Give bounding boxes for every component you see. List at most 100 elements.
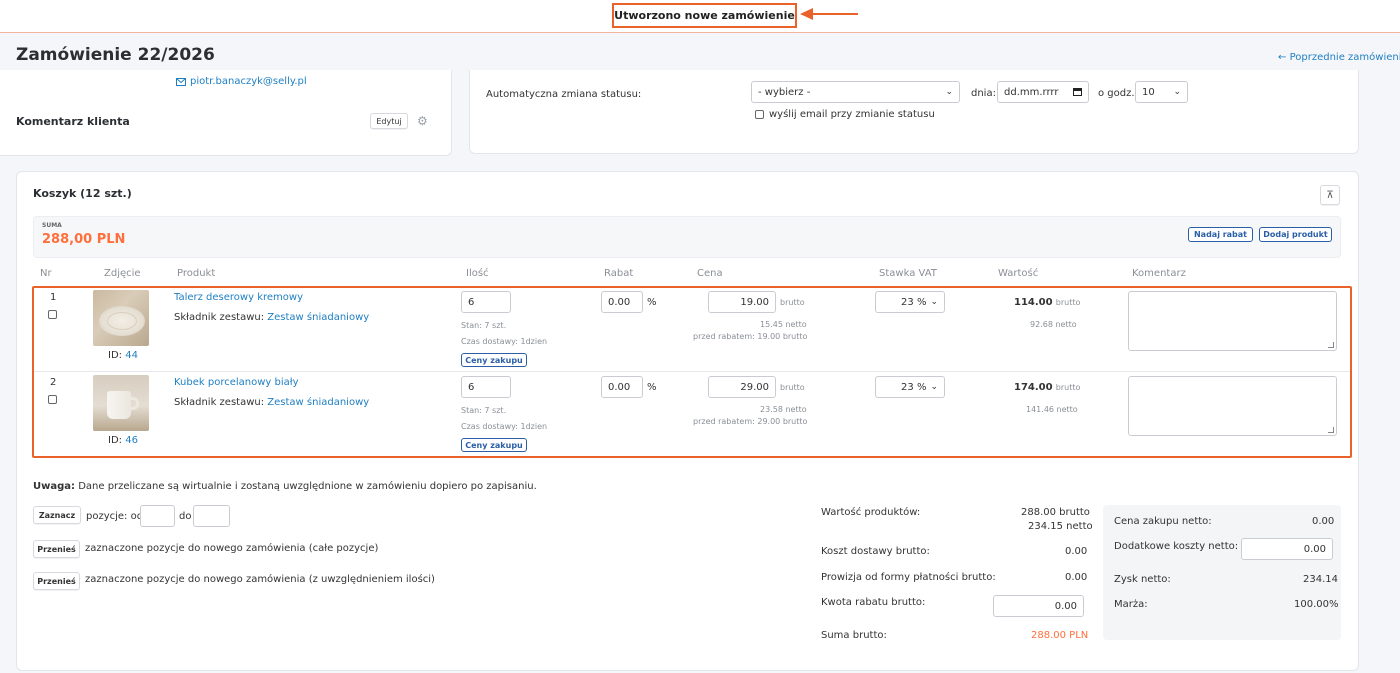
- add-product-button[interactable]: Dodaj produkt: [1259, 227, 1332, 242]
- discount-unit: %: [647, 382, 657, 393]
- prev-order-link[interactable]: ← Poprzednie zamówienie: [1278, 52, 1400, 63]
- profit-net-value: 234.14: [1303, 574, 1338, 585]
- move-all-button[interactable]: Przenieś: [33, 540, 80, 558]
- move-qty-button[interactable]: Przenieś: [33, 572, 80, 590]
- delivery-text: Czas dostawy: 1dzien: [461, 422, 548, 431]
- row-value-net: 141.46 netto: [1026, 405, 1078, 414]
- product-name-link[interactable]: Talerz deserowy kremowy: [174, 292, 303, 303]
- add-discount-button[interactable]: Nadaj rabat: [1188, 227, 1253, 242]
- send-email-label: wyślij email przy zmianie statusu: [769, 109, 935, 120]
- col-header-value: Wartość: [998, 268, 1039, 279]
- discount-input[interactable]: 0.00: [601, 291, 643, 313]
- discount-unit: %: [647, 297, 657, 308]
- row-value-gross: 174.00: [1014, 382, 1053, 393]
- comment-textarea[interactable]: [1128, 291, 1337, 351]
- vat-select-value: 23 %: [901, 296, 927, 308]
- products-value-net: 234.15 netto: [1028, 521, 1093, 532]
- col-header-price: Cena: [697, 268, 723, 279]
- qty-input[interactable]: 6: [461, 376, 511, 398]
- purchase-prices-button[interactable]: Ceny zakupu: [461, 353, 527, 367]
- col-header-comment: Komentarz: [1132, 268, 1186, 279]
- product-id: ID: 44: [108, 350, 138, 361]
- extra-costs-input[interactable]: 0.00: [1241, 538, 1333, 560]
- product-image-plate[interactable]: [93, 290, 149, 346]
- cart-sum-label: SUMA: [42, 222, 62, 229]
- product-id-link[interactable]: 44: [125, 350, 138, 361]
- chevron-down-icon: ⌄: [945, 87, 953, 97]
- prev-order-label: Poprzednie zamówienie: [1289, 52, 1400, 63]
- edit-comment-button[interactable]: Edytuj: [370, 113, 408, 129]
- customer-comment-title: Komentarz klienta: [16, 115, 130, 128]
- product-image-mug[interactable]: [93, 375, 149, 431]
- delivery-text: Czas dostawy: 1dzien: [461, 337, 548, 346]
- customer-email[interactable]: piotr.banaczyk@selly.pl: [176, 76, 307, 87]
- price-type: brutto: [780, 298, 805, 307]
- shipping-value: 0.00: [1065, 546, 1088, 557]
- collapse-button[interactable]: ⊼: [1320, 185, 1340, 205]
- purchase-net-value: 0.00: [1312, 516, 1335, 527]
- col-header-vat: Stawka VAT: [879, 268, 937, 279]
- positions-from-input[interactable]: [140, 505, 175, 527]
- margin-value: 100.00%: [1294, 599, 1339, 610]
- discount-total-label: Kwota rabatu brutto:: [821, 597, 926, 608]
- vat-select[interactable]: 23 % ⌄: [875, 291, 945, 313]
- send-email-checkbox[interactable]: [755, 110, 764, 119]
- price-net: 23.58 netto: [760, 405, 807, 414]
- row-divider: [34, 371, 1350, 372]
- profit-net-label: Zysk netto:: [1114, 574, 1171, 585]
- calendar-icon[interactable]: [1073, 88, 1082, 96]
- purchase-net-label: Cena zakupu netto:: [1114, 516, 1212, 527]
- date-placeholder: dd.mm.rrrr: [1004, 86, 1059, 98]
- row-value-type: brutto: [1055, 383, 1081, 392]
- positions-to-label: do: [179, 511, 192, 522]
- stock-text: Stan: 7 szt.: [461, 406, 507, 415]
- discount-input[interactable]: 0.00: [601, 376, 643, 398]
- hour-label: o godz.: [1098, 88, 1135, 99]
- row-number: 1: [50, 292, 57, 303]
- col-header-qty: Ilość: [466, 268, 489, 279]
- status-select[interactable]: - wybierz - ⌄: [751, 81, 960, 103]
- select-positions-button[interactable]: Zaznacz: [33, 506, 81, 524]
- positions-to-input[interactable]: [193, 505, 230, 527]
- sum-gross-value: 288.00 PLN: [1031, 630, 1089, 641]
- price-input[interactable]: 19.00: [708, 291, 776, 313]
- note: Uwaga: Dane przeliczane są wirtualnie i …: [33, 481, 537, 492]
- cart-title: Koszyk (12 szt.): [33, 187, 132, 200]
- date-input[interactable]: dd.mm.rrrr: [997, 81, 1089, 103]
- qty-input[interactable]: 6: [461, 291, 511, 313]
- arrow-left-icon: [800, 8, 858, 20]
- chevron-down-icon: ⌄: [930, 297, 938, 307]
- day-label: dnia:: [971, 88, 996, 99]
- vat-select-value: 23 %: [901, 381, 927, 393]
- row-checkbox[interactable]: [48, 395, 57, 404]
- move-all-text: zaznaczone pozycje do nowego zamówienia …: [85, 543, 379, 554]
- move-qty-text: zaznaczone pozycje do nowego zamówienia …: [85, 574, 435, 585]
- set-link[interactable]: Zestaw śniadaniowy: [267, 397, 369, 408]
- set-component: Składnik zestawu: Zestaw śniadaniowy: [174, 312, 369, 323]
- hour-select-value: 10: [1142, 86, 1155, 98]
- col-header-image: Zdjęcie: [104, 268, 141, 279]
- purchase-prices-button[interactable]: Ceny zakupu: [461, 438, 527, 452]
- page-title: Zamówienie 22/2026: [16, 45, 215, 65]
- collapse-up-icon: ⊼: [1326, 189, 1334, 201]
- product-id-link[interactable]: 46: [125, 435, 138, 446]
- hour-select[interactable]: 10 ⌄: [1135, 81, 1188, 103]
- products-value-gross: 288.00 brutto: [1021, 507, 1090, 518]
- product-id: ID: 46: [108, 435, 138, 446]
- vat-select[interactable]: 23 % ⌄: [875, 376, 945, 398]
- margin-label: Marża:: [1114, 599, 1148, 610]
- price-before-discount: przed rabatem: 29.00 brutto: [693, 417, 808, 426]
- stock-text: Stan: 7 szt.: [461, 321, 507, 330]
- price-input[interactable]: 29.00: [708, 376, 776, 398]
- comment-textarea[interactable]: [1128, 376, 1337, 436]
- sum-gross-label: Suma brutto:: [821, 630, 887, 641]
- set-link[interactable]: Zestaw śniadaniowy: [267, 312, 369, 323]
- set-component: Składnik zestawu: Zestaw śniadaniowy: [174, 397, 369, 408]
- price-before-discount: przed rabatem: 19.00 brutto: [693, 332, 808, 341]
- gear-icon[interactable]: ⚙: [417, 114, 428, 128]
- note-bold: Uwaga:: [33, 481, 76, 492]
- positions-from-label: pozycje: od: [86, 511, 144, 522]
- product-name-link[interactable]: Kubek porcelanowy biały: [174, 377, 299, 388]
- row-checkbox[interactable]: [48, 310, 57, 319]
- discount-total-input[interactable]: 0.00: [993, 595, 1084, 617]
